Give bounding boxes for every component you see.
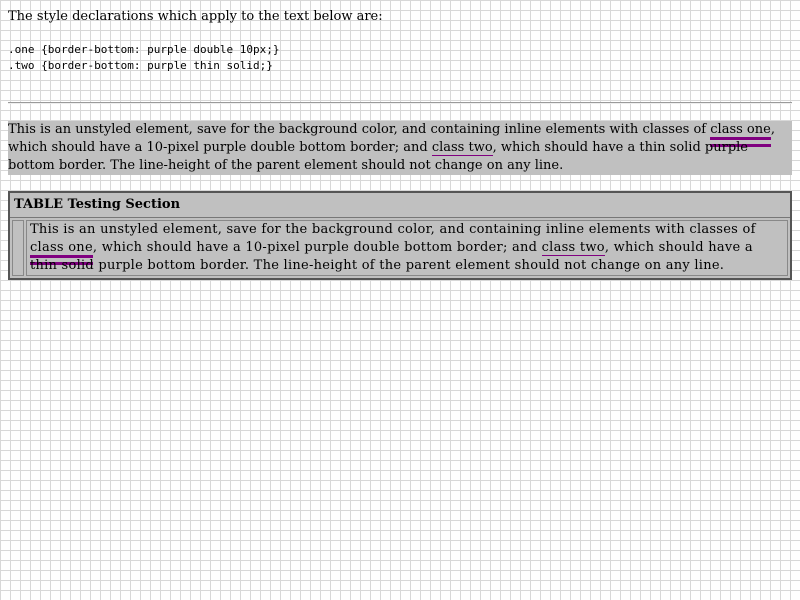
table-spacer-cell bbox=[12, 220, 24, 276]
intro-text: The style declarations which apply to th… bbox=[8, 9, 383, 24]
table-content-cell: This is an unstyled element, save for th… bbox=[26, 220, 788, 276]
paragraph-text-part1: This is an unstyled element, save for th… bbox=[8, 122, 711, 137]
table-testing-section: TABLE Testing Section This is an unstyle… bbox=[8, 191, 792, 280]
class-two-span: class two bbox=[431, 140, 493, 156]
page: The style declarations which apply to th… bbox=[0, 0, 800, 600]
horizontal-divider bbox=[8, 102, 792, 104]
code-line-one: .one {border-bottom: purple double 10px;… bbox=[8, 43, 280, 56]
table-class-two-span: class two bbox=[541, 240, 605, 256]
table-header: TABLE Testing Section bbox=[10, 193, 790, 218]
table-row: This is an unstyled element, save for th… bbox=[10, 218, 790, 278]
table-text-part1: This is an unstyled element, save for th… bbox=[30, 222, 756, 237]
table-text-part2: , which should have a 10-pixel purple do… bbox=[92, 240, 542, 255]
code-line-two: .two {border-bottom: purple thin solid;} bbox=[8, 59, 273, 72]
style-declarations: .one {border-bottom: purple double 10px;… bbox=[8, 42, 280, 74]
test-paragraph: This is an unstyled element, save for th… bbox=[8, 121, 792, 175]
